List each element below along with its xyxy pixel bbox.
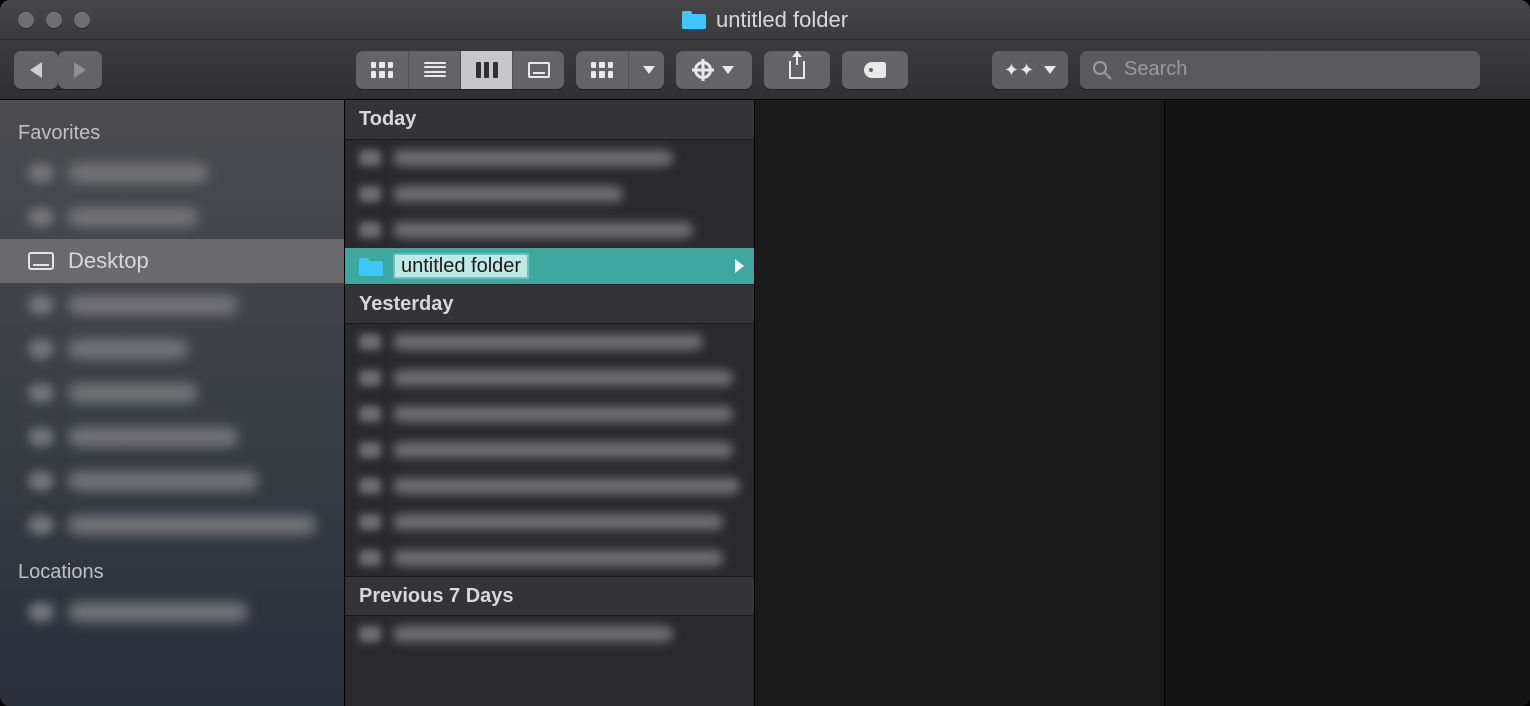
folder-icon [682, 11, 706, 29]
dropbox-icon: ✦✦ [1004, 61, 1034, 79]
file-row[interactable] [345, 360, 754, 396]
edit-tags-button[interactable] [842, 51, 908, 89]
list-icon [424, 62, 446, 78]
file-row[interactable] [345, 468, 754, 504]
toolbar: ✦✦ [0, 40, 1530, 100]
action-menu-button[interactable] [676, 51, 752, 89]
search-input[interactable] [1122, 57, 1468, 82]
file-row-selected[interactable]: untitled folder [345, 248, 754, 284]
file-column: Today untitled folder Yesterday Previous… [345, 100, 755, 706]
gallery-view-button[interactable] [512, 51, 564, 89]
file-row[interactable] [345, 540, 754, 576]
sidebar-item[interactable] [0, 371, 344, 415]
zoom-window-button[interactable] [74, 12, 90, 28]
sidebar-item[interactable] [0, 503, 344, 547]
file-row[interactable] [345, 176, 754, 212]
desktop-icon [28, 252, 54, 270]
share-icon [789, 61, 805, 79]
window-body: Favorites Desktop Locations Today [0, 100, 1530, 706]
search-icon [1092, 60, 1112, 80]
chevron-right-icon [735, 259, 744, 273]
file-row[interactable] [345, 432, 754, 468]
back-button[interactable] [14, 51, 58, 89]
chevron-right-icon [74, 62, 86, 78]
file-row[interactable] [345, 212, 754, 248]
tag-group [842, 51, 908, 89]
grid-icon [371, 62, 393, 78]
rename-input[interactable]: untitled folder [393, 253, 529, 279]
sidebar-section-favorites: Favorites [0, 114, 344, 151]
file-row[interactable] [345, 324, 754, 360]
finder-window: untitled folder [0, 0, 1530, 706]
sidebar-item[interactable] [0, 151, 344, 195]
nav-buttons [14, 51, 102, 89]
group-header-yesterday: Yesterday [345, 284, 754, 324]
sidebar-item[interactable] [0, 590, 344, 634]
file-column-empty [755, 100, 1165, 706]
chevron-left-icon [30, 62, 42, 78]
chevron-down-icon [722, 66, 734, 74]
sidebar-item[interactable] [0, 459, 344, 503]
titlebar[interactable]: untitled folder [0, 0, 1530, 40]
gallery-icon [528, 62, 550, 78]
group-header-prev7: Previous 7 Days [345, 576, 754, 616]
preview-column [1165, 100, 1530, 706]
columns-icon [476, 62, 498, 78]
arrange-menu-button[interactable] [628, 51, 664, 89]
column-view-button[interactable] [460, 51, 512, 89]
minimize-window-button[interactable] [46, 12, 62, 28]
chevron-down-icon [1044, 66, 1056, 74]
file-row[interactable] [345, 140, 754, 176]
grid-icon [591, 62, 613, 78]
window-title-text: untitled folder [716, 7, 848, 33]
arrange-group [576, 51, 664, 89]
share-group [764, 51, 830, 89]
sidebar-item[interactable] [0, 283, 344, 327]
share-button[interactable] [764, 51, 830, 89]
window-title: untitled folder [0, 7, 1530, 33]
file-row[interactable] [345, 396, 754, 432]
gear-icon [694, 61, 712, 79]
rename-text: untitled folder [401, 255, 521, 278]
action-group [676, 51, 752, 89]
close-window-button[interactable] [18, 12, 34, 28]
search-field[interactable] [1080, 51, 1480, 89]
forward-button[interactable] [58, 51, 102, 89]
icon-view-button[interactable] [356, 51, 408, 89]
file-row[interactable] [345, 504, 754, 540]
sidebar-section-locations: Locations [0, 553, 344, 590]
chevron-down-icon [643, 66, 655, 74]
list-view-button[interactable] [408, 51, 460, 89]
sidebar-item-desktop[interactable]: Desktop [0, 239, 344, 283]
sidebar: Favorites Desktop Locations [0, 100, 345, 706]
sidebar-item[interactable] [0, 195, 344, 239]
tag-icon [864, 62, 886, 78]
dropbox-group: ✦✦ [992, 51, 1068, 89]
dropbox-button[interactable]: ✦✦ [992, 51, 1068, 89]
sidebar-item[interactable] [0, 415, 344, 459]
group-header-today: Today [345, 100, 754, 140]
sidebar-item[interactable] [0, 327, 344, 371]
view-switcher [356, 51, 564, 89]
traffic-lights [18, 12, 90, 28]
arrange-button[interactable] [576, 51, 628, 89]
sidebar-item-label: Desktop [68, 248, 149, 274]
file-row[interactable] [345, 616, 754, 652]
